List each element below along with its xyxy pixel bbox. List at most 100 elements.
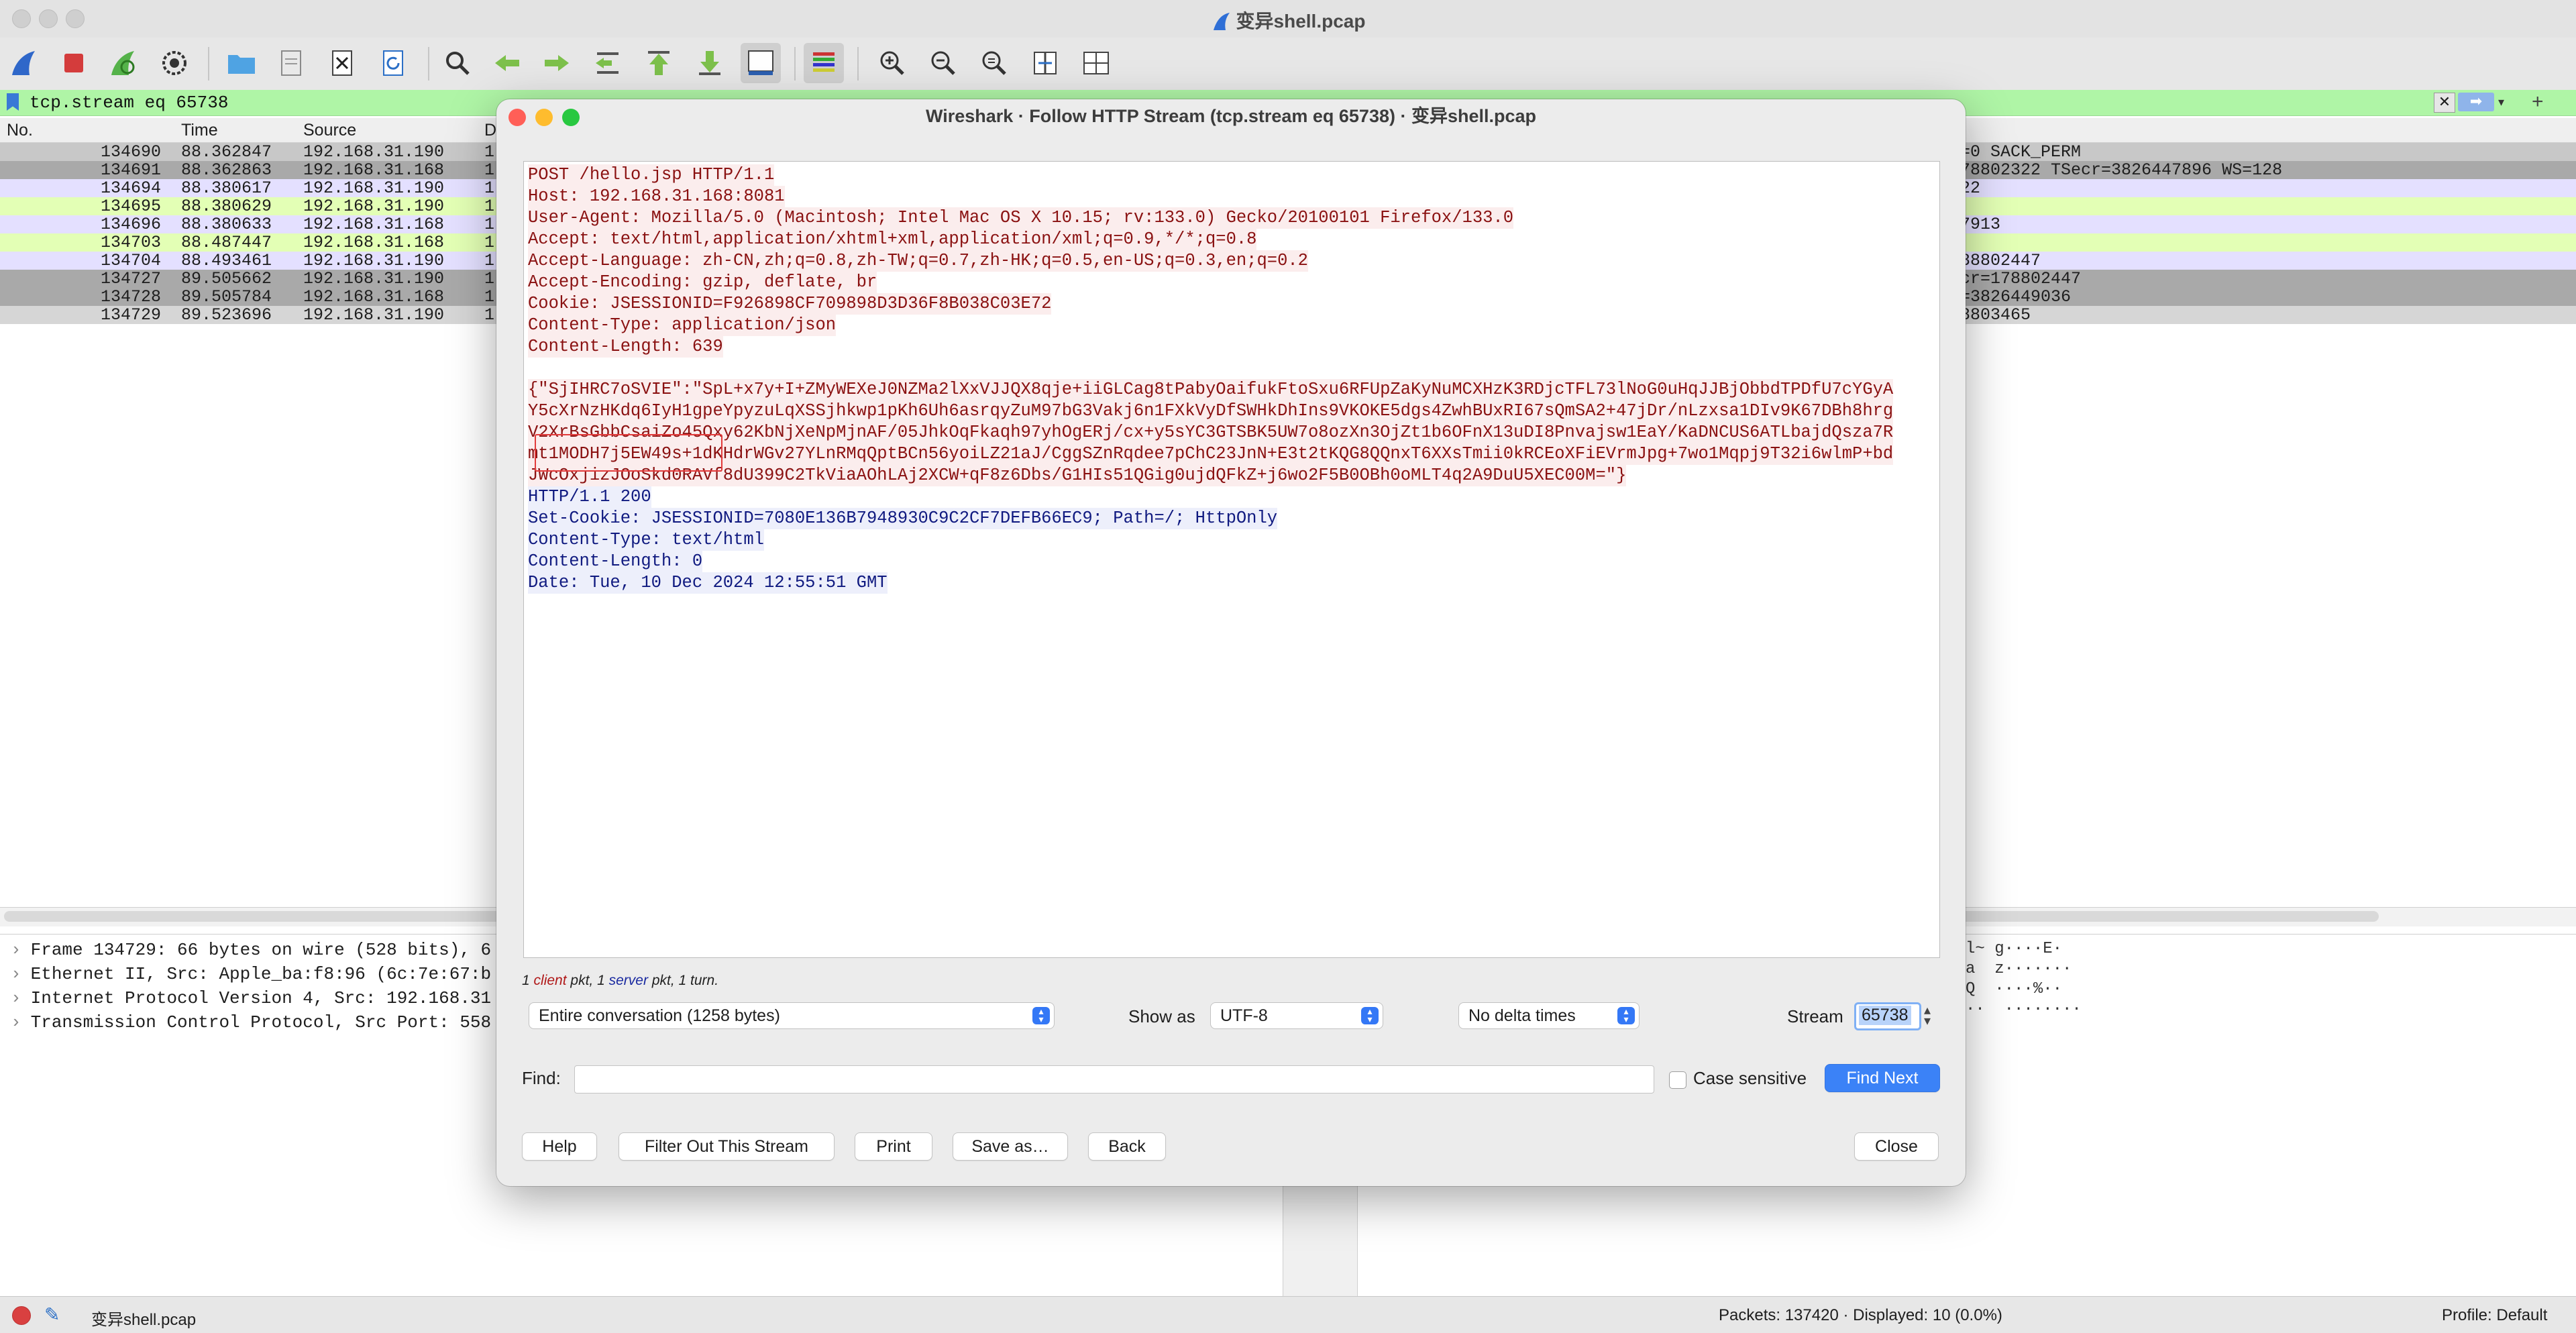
status-profile[interactable]: Profile: Default xyxy=(2442,1306,2547,1325)
normal-size-icon[interactable] xyxy=(974,43,1014,83)
dialog-minimize-dot[interactable] xyxy=(535,109,553,126)
packet-no: 134694 xyxy=(101,178,162,198)
show-as-select[interactable]: UTF-8 ▴ ▾ xyxy=(1210,1002,1383,1029)
packet-time: 88.380633 xyxy=(181,215,272,234)
client-stream-line: Accept: text/html,application/xhtml+xml,… xyxy=(528,229,1257,250)
packet-info: 78802322 TSecr=3826447896 WS=128 xyxy=(1960,160,2283,180)
zoom-in-icon[interactable] xyxy=(872,43,912,83)
chevron-right-icon[interactable]: › xyxy=(11,988,21,1008)
resize-columns-icon[interactable] xyxy=(1025,43,1065,83)
detail-row-text: Transmission Control Protocol, Src Port:… xyxy=(30,1012,492,1032)
zoom-out-icon[interactable] xyxy=(923,43,963,83)
save-file-icon[interactable] xyxy=(271,43,311,83)
chevron-right-icon[interactable]: › xyxy=(11,964,21,984)
packet-destination: 1 xyxy=(484,197,495,216)
packet-info: cr=178802447 xyxy=(1960,269,2082,288)
follow-http-stream-dialog: Wireshark · Follow HTTP Stream (tcp.stre… xyxy=(496,99,1966,1186)
chevron-updown-icon: ▴ ▾ xyxy=(1617,1006,1635,1024)
detail-row-frame[interactable]: › Frame 134729: 66 bytes on wire (528 bit… xyxy=(11,940,491,960)
packet-no: 134729 xyxy=(101,305,162,325)
packet-time: 88.493461 xyxy=(181,251,272,270)
column-destination[interactable]: D xyxy=(484,121,496,140)
add-filter-button-icon[interactable]: + xyxy=(2532,90,2544,114)
go-back-icon[interactable] xyxy=(487,43,527,83)
open-file-icon[interactable] xyxy=(221,43,262,83)
back-button[interactable]: Back xyxy=(1088,1132,1166,1161)
bytes-ascii-row: a z······· xyxy=(1966,960,2072,978)
find-input[interactable] xyxy=(574,1065,1654,1094)
packet-time: 89.505662 xyxy=(181,269,272,288)
column-time[interactable]: Time xyxy=(181,121,218,140)
conversation-select[interactable]: Entire conversation (1258 bytes) ▴ ▾ xyxy=(529,1002,1055,1029)
packet-turn-info: 1 client pkt, 1 server pkt, 1 turn. xyxy=(522,973,718,989)
stream-number-input[interactable]: 65738 xyxy=(1854,1002,1921,1030)
apply-filter-icon[interactable]: ➡ xyxy=(2458,93,2494,111)
packet-destination: 1 xyxy=(484,215,495,234)
column-no[interactable]: No. xyxy=(7,121,33,140)
packet-source: 192.168.31.168 xyxy=(303,215,445,234)
go-to-packet-icon[interactable] xyxy=(588,43,628,83)
autoscroll-icon[interactable] xyxy=(741,43,781,83)
chevron-right-icon[interactable]: › xyxy=(11,1012,21,1032)
close-file-icon[interactable] xyxy=(322,43,362,83)
packet-source: 192.168.31.190 xyxy=(303,197,445,216)
packet-time: 88.380629 xyxy=(181,197,272,216)
case-sensitive-label[interactable]: Case sensitive xyxy=(1693,1068,1807,1089)
detail-row-ethernet[interactable]: › Ethernet II, Src: Apple_ba:f8:96 (6c:7e… xyxy=(11,964,491,984)
packet-source: 192.168.31.190 xyxy=(303,142,445,162)
stream-stepper-icon[interactable]: ▴ ▾ xyxy=(1924,1004,1931,1028)
time-format-icon[interactable] xyxy=(1076,43,1116,83)
packet-info: =3826449036 xyxy=(1960,287,2072,307)
dialog-close-dot[interactable] xyxy=(508,109,526,126)
window-title-text: 变异shell.pcap xyxy=(1236,11,1366,32)
print-button[interactable]: Print xyxy=(855,1132,932,1161)
client-label: client xyxy=(533,973,567,988)
filter-out-stream-button[interactable]: Filter Out This Stream xyxy=(619,1132,835,1161)
detail-row-tcp[interactable]: › Transmission Control Protocol, Src Port… xyxy=(11,1012,491,1032)
packet-destination: 1 xyxy=(484,251,495,270)
packet-destination: 1 xyxy=(484,160,495,180)
save-as-button[interactable]: Save as… xyxy=(953,1132,1068,1161)
detail-row-text: Internet Protocol Version 4, Src: 192.16… xyxy=(30,988,492,1008)
reload-file-icon[interactable] xyxy=(373,43,413,83)
filter-bookmark-icon[interactable] xyxy=(7,93,19,111)
colorize-icon[interactable] xyxy=(804,43,844,83)
case-sensitive-checkbox[interactable] xyxy=(1669,1071,1686,1089)
go-forward-icon[interactable] xyxy=(537,43,577,83)
client-pkt-count: 1 xyxy=(522,973,530,988)
clear-filter-icon[interactable]: ✕ xyxy=(2434,93,2455,113)
capture-options-icon[interactable] xyxy=(154,43,195,83)
filter-history-chevron-icon[interactable]: ▾ xyxy=(2498,93,2504,111)
client-stream-line: Accept-Encoding: gzip, deflate, br xyxy=(528,272,877,293)
stream-label: Stream xyxy=(1787,1006,1843,1026)
help-button[interactable]: Help xyxy=(522,1132,597,1161)
go-first-icon[interactable] xyxy=(639,43,679,83)
restart-capture-icon[interactable] xyxy=(103,43,144,83)
packet-no: 134691 xyxy=(101,160,162,180)
stop-capture-icon[interactable] xyxy=(54,43,94,83)
edit-comment-icon[interactable]: ✎ xyxy=(44,1303,60,1326)
client-stream-line: Host: 192.168.31.168:8081 xyxy=(528,186,785,207)
client-stream-line: POST /hello.jsp HTTP/1.1 xyxy=(528,164,775,186)
shark-fin-start-icon[interactable] xyxy=(4,43,44,83)
server-stream-line: Content-Length: 0 xyxy=(528,551,703,572)
server-stream-line: Set-Cookie: JSESSIONID=7080E136B7948930C… xyxy=(528,508,1278,529)
delta-times-select[interactable]: No delta times ▴ ▾ xyxy=(1458,1002,1640,1029)
client-stream-line: Content-Type: application/json xyxy=(528,315,837,336)
packet-destination: 1 xyxy=(484,269,495,288)
packet-source: 192.168.31.168 xyxy=(303,233,445,252)
detail-row-ip[interactable]: › Internet Protocol Version 4, Src: 192.1… xyxy=(11,988,491,1008)
stream-content[interactable]: POST /hello.jsp HTTP/1.1 Host: 192.168.31… xyxy=(523,161,1940,958)
dialog-zoom-dot[interactable] xyxy=(562,109,580,126)
chevron-right-icon[interactable]: › xyxy=(11,940,21,960)
display-filter-input[interactable]: tcp.stream eq 65738 xyxy=(30,93,228,113)
packet-time: 89.505784 xyxy=(181,287,272,307)
packet-source: 192.168.31.168 xyxy=(303,160,445,180)
go-last-icon[interactable] xyxy=(690,43,730,83)
expert-info-icon[interactable] xyxy=(12,1306,31,1325)
close-button[interactable]: Close xyxy=(1854,1132,1939,1161)
find-next-button[interactable]: Find Next xyxy=(1825,1064,1940,1092)
column-source[interactable]: Source xyxy=(303,121,356,140)
find-packet-icon[interactable] xyxy=(437,43,478,83)
detail-row-text: Ethernet II, Src: Apple_ba:f8:96 (6c:7e:… xyxy=(30,964,492,984)
